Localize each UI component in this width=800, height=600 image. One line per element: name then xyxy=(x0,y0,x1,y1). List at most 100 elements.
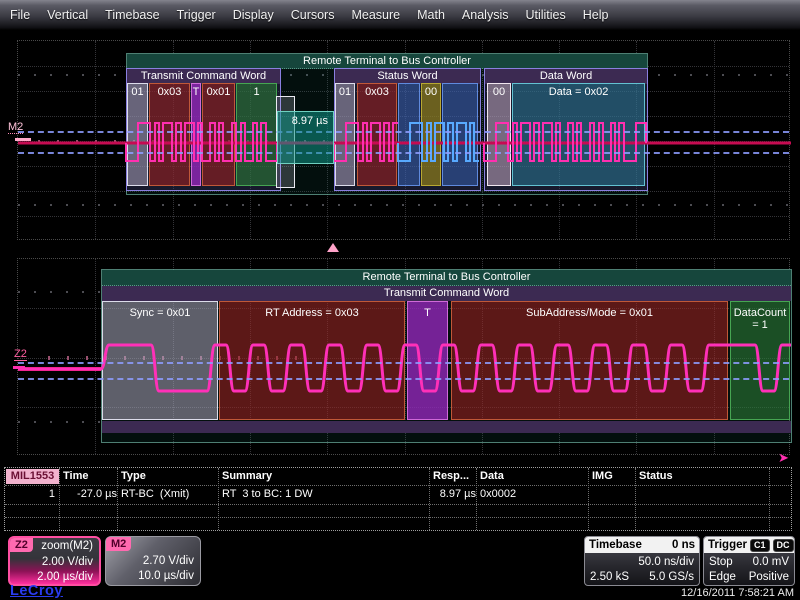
trigger-position-marker[interactable] xyxy=(327,243,339,252)
column-divider xyxy=(635,468,636,530)
segment-sync: 01 xyxy=(127,83,148,186)
timebase-samples: 2.50 kS xyxy=(590,571,629,583)
trigger-title: Trigger xyxy=(708,539,747,551)
m2-trace-label[interactable]: M2 xyxy=(8,121,23,134)
cursor-line-lower-2[interactable] xyxy=(18,378,789,380)
column-divider xyxy=(218,468,219,530)
trace-offscreen-arrow: ➤ xyxy=(778,450,789,466)
segment-tr-bit: T xyxy=(191,83,201,186)
z2-title: zoom(M2) xyxy=(41,540,93,552)
timebase-tdiv: 50.0 ns/div xyxy=(638,556,694,568)
gridline xyxy=(18,216,789,217)
segment-subaddress: SubAddress/Mode = 0x01 xyxy=(451,301,728,420)
menu-trigger[interactable]: Trigger xyxy=(177,8,216,22)
segment-datacount: DataCount = 1 xyxy=(730,301,790,420)
timebase-rate: 5.0 GS/s xyxy=(649,571,694,583)
z2-vdiv: 2.00 V/div xyxy=(42,556,93,568)
segment-subaddress: 0x01 xyxy=(202,83,235,186)
z2-descriptor-box[interactable]: Z2 zoom(M2) 2.00 V/div 2.00 µs/div xyxy=(8,536,101,586)
trigger-slope: Positive xyxy=(749,571,789,583)
word-title-band: Transmit Command Word xyxy=(102,286,791,301)
col-header-data: Data xyxy=(480,470,504,482)
segment-status-field xyxy=(398,83,420,186)
menu-analysis[interactable]: Analysis xyxy=(462,8,509,22)
segment-sync: 00 xyxy=(487,83,511,186)
segment-sync: 01 xyxy=(335,83,355,186)
menu-measure[interactable]: Measure xyxy=(351,8,400,22)
column-divider xyxy=(59,468,60,530)
z2-tdiv: 2.00 µs/div xyxy=(37,571,93,583)
trigger-mode: Stop xyxy=(709,556,733,568)
table-protocol-badge: MIL1553 xyxy=(6,469,59,484)
row-data: 0x0002 xyxy=(480,488,516,500)
segment-rt-address: RT Address = 0x03 xyxy=(219,301,405,420)
row-type: RT-BC (Xmit) xyxy=(121,488,189,500)
segment-status-field: 00 xyxy=(421,83,441,186)
upper-waveform-grid: Remote Terminal to Bus Controller Transm… xyxy=(17,40,790,240)
column-divider xyxy=(476,468,477,530)
trigger-box[interactable]: Trigger C1 DC Stop 0.0 mV Edge Positive xyxy=(703,536,795,586)
m2-badge: M2 xyxy=(106,537,131,551)
menu-vertical[interactable]: Vertical xyxy=(47,8,88,22)
segment-rt-address: 0x03 xyxy=(149,83,190,186)
menu-display[interactable]: Display xyxy=(233,8,274,22)
m2-vdiv: 2.70 V/div xyxy=(143,555,194,567)
decode-table: MIL1553 Time Type Summary Resp... Data I… xyxy=(4,467,792,531)
menu-timebase[interactable]: Timebase xyxy=(105,8,159,22)
column-divider xyxy=(429,468,430,530)
row-time: -27.0 µs xyxy=(61,488,117,500)
lower-waveform-grid: Remote Terminal to Bus Controller Transm… xyxy=(17,258,790,455)
column-divider xyxy=(117,468,118,530)
row-index: 1 xyxy=(33,488,55,500)
row-divider xyxy=(5,485,791,486)
menu-cursors[interactable]: Cursors xyxy=(291,8,335,22)
segment-data-value: Data = 0x02 xyxy=(512,83,645,186)
col-header-status: Status xyxy=(639,470,673,482)
col-header-time: Time xyxy=(63,470,88,482)
timebase-offset: 0 ns xyxy=(672,539,695,551)
decode-frame-title: Remote Terminal to Bus Controller xyxy=(127,54,647,69)
segment-rt-address: 0x03 xyxy=(357,83,397,186)
datetime-display: 12/16/2011 7:58:21 AM xyxy=(681,587,794,599)
col-header-resp: Resp... xyxy=(433,470,469,482)
word-bottom-band xyxy=(102,421,791,433)
segment-sync: Sync = 0x01 xyxy=(102,301,218,420)
trigger-level: 0.0 mV xyxy=(753,556,789,568)
word-title: Transmit Command Word xyxy=(127,69,280,84)
word-title: Data Word xyxy=(485,69,647,84)
row-divider xyxy=(5,504,791,505)
row-summary: RT 3 to BC: 1 DW xyxy=(222,488,313,500)
menu-bar: File Vertical Timebase Trigger Display C… xyxy=(0,0,800,30)
oscilloscope-screen: File Vertical Timebase Trigger Display C… xyxy=(0,0,800,600)
segment-status-field xyxy=(442,83,478,186)
cursor-line-lower-1[interactable] xyxy=(18,362,789,364)
timebase-title: Timebase xyxy=(589,539,642,551)
z2-trace-label[interactable]: Z2 xyxy=(14,348,27,361)
menu-help[interactable]: Help xyxy=(583,8,609,22)
col-header-img: IMG xyxy=(592,470,613,482)
m2-position-indicator[interactable] xyxy=(15,138,31,141)
row-divider xyxy=(5,517,791,518)
decode-frame-title: Remote Terminal to Bus Controller xyxy=(102,270,791,286)
m2-tdiv: 10.0 µs/div xyxy=(138,570,194,582)
lecroy-logo: LeCroy xyxy=(10,583,63,599)
menu-utilities[interactable]: Utilities xyxy=(525,8,565,22)
gridline xyxy=(714,41,715,239)
col-header-summary: Summary xyxy=(222,470,272,482)
z2-position-indicator[interactable] xyxy=(13,366,25,369)
cursor-line-upper-1[interactable] xyxy=(18,131,789,133)
segment-datacount: 1 xyxy=(236,83,277,186)
col-header-type: Type xyxy=(121,470,146,482)
trigger-coupling-chip: DC xyxy=(773,539,794,552)
m2-descriptor-box[interactable]: M2 2.70 V/div 10.0 µs/div xyxy=(105,536,201,586)
z2-badge: Z2 xyxy=(10,538,33,552)
cursor-line-upper-2[interactable] xyxy=(18,152,789,154)
response-time-box: 8.97 µs xyxy=(277,111,334,164)
timebase-box[interactable]: Timebase 0 ns 50.0 ns/div 2.50 kS 5.0 GS… xyxy=(584,536,700,586)
trigger-source-chip: C1 xyxy=(750,539,770,552)
trigger-type: Edge xyxy=(709,571,736,583)
menu-math[interactable]: Math xyxy=(417,8,445,22)
word-title: Status Word xyxy=(335,69,480,84)
menu-file[interactable]: File xyxy=(10,8,30,22)
segment-tr-bit: T xyxy=(407,301,448,420)
